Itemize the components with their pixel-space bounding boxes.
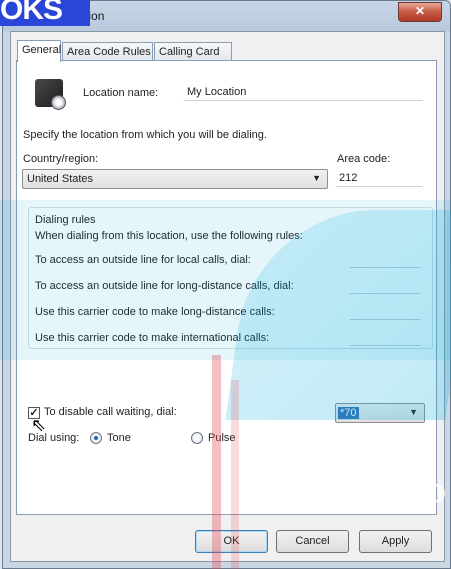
location-name-input[interactable] [183,83,423,101]
watermark-bar [212,355,221,569]
call-waiting-code-value: *70 [338,407,359,419]
specify-location-text: Specify the location from which you will… [23,129,267,141]
carrier-international-input[interactable] [349,328,421,346]
tab-area-code-rules[interactable]: Area Code Rules [62,42,153,60]
tab-general[interactable]: General [17,40,61,62]
disable-call-waiting-label: To disable call waiting, dial: [44,406,177,418]
call-waiting-code-select[interactable]: *70 ▼ [335,403,425,423]
chevron-down-icon: ▼ [409,407,418,417]
country-region-value: United States [27,173,94,185]
general-tab-panel: Location name: Specify the location from… [16,60,437,515]
watermark-bar-secondary [231,380,239,569]
carrier-long-distance-label: Use this carrier code to make long-dista… [35,306,275,318]
watermark-text: DropBo [296,471,448,511]
location-phone-icon [35,79,66,110]
carrier-international-label: Use this carrier code to make internatio… [35,332,270,344]
apply-button[interactable]: Apply [359,530,432,553]
close-button[interactable]: ✕ [398,2,442,22]
dialing-rules-intro: When dialing from this location, use the… [35,230,303,242]
location-name-label: Location name: [83,87,159,99]
tab-calling-card[interactable]: Calling Card [154,42,232,60]
cancel-button[interactable]: Cancel [276,530,349,553]
pulse-radio[interactable] [191,432,203,444]
area-code-label: Area code: [337,153,391,165]
carrier-long-distance-input[interactable] [349,302,421,320]
local-calls-label: To access an outside line for local call… [35,254,251,266]
country-region-select[interactable]: United States ▼ [22,169,328,189]
dialing-rules-group: Dialing rules When dialing from this loc… [28,207,433,349]
area-code-input[interactable] [335,169,423,187]
dial-using-label: Dial using: [28,432,80,444]
chevron-down-icon: ▼ [312,173,321,183]
long-distance-input[interactable] [349,276,421,294]
top-banner: OKS [0,0,90,26]
country-region-label: Country/region: [23,153,99,165]
local-calls-input[interactable] [349,250,421,268]
tone-label: Tone [107,432,131,444]
tone-radio[interactable] [90,432,102,444]
long-distance-label: To access an outside line for long-dista… [35,280,294,292]
dialing-rules-title: Dialing rules [35,214,96,226]
